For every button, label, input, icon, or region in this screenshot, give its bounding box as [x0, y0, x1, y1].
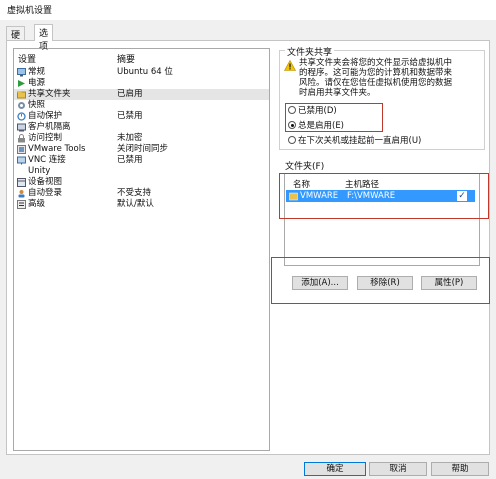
tab-hardware[interactable]: 硬件 — [6, 26, 26, 54]
radio-disabled[interactable]: 已禁用(D) — [288, 104, 337, 116]
setting-column-header: 设置 — [18, 55, 37, 65]
sharing-warning: 共享文件夹会将您的文件显示给虚拟机中 的程序。这可能为您的计算机和数据带来 风险… — [299, 58, 452, 98]
warning-line: 风险。请仅在您信任虚拟机使用您的数据 — [299, 78, 453, 88]
vmware-tools-icon — [17, 145, 26, 154]
warning-line: 时启用共享文件夹。 — [299, 88, 376, 98]
list-item-access-control[interactable]: 访问控制 未加密 — [14, 133, 269, 144]
list-item-label: 快照 — [28, 100, 46, 110]
radio-until-poweroff[interactable]: 在下次关机或挂起前一直启用(U) — [288, 134, 422, 146]
options-tab-page: 设置 摘要 常规 Ubuntu 64 位 电源 共享文件夹 已启用 快照 自动保… — [6, 40, 490, 455]
list-item-device-view[interactable]: 设备视图 — [14, 177, 269, 188]
folder-host-path: F:\VMWARE — [347, 191, 396, 201]
folders-list[interactable]: 名称 主机路径 VMWARE F:\VMWARE ✓ — [284, 173, 480, 266]
help-button[interactable]: 帮助 — [431, 462, 489, 476]
vnc-icon — [17, 156, 26, 165]
cancel-button[interactable]: 取消 — [369, 462, 427, 476]
folder-sharing-title: 文件夹共享 — [285, 45, 335, 58]
radio-label: 已禁用(D) — [298, 106, 337, 116]
list-item-label: VMware Tools — [28, 144, 86, 154]
shared-folder-icon — [17, 90, 26, 99]
list-item-label: 电源 — [28, 78, 46, 88]
snapshot-icon — [17, 101, 26, 110]
list-item-summary: 未加密 — [117, 133, 143, 143]
list-item-label: 共享文件夹 — [28, 89, 71, 99]
list-item-summary: 已启用 — [117, 89, 143, 99]
list-item-autoprotect[interactable]: 自动保护 已禁用 — [14, 111, 269, 122]
warning-icon — [283, 59, 297, 74]
list-item-summary: 关闭时间同步 — [117, 144, 169, 154]
summary-column-header: 摘要 — [117, 55, 136, 65]
list-item-summary: 已禁用 — [117, 155, 143, 165]
list-item-general[interactable]: 常规 Ubuntu 64 位 — [14, 67, 269, 78]
radio-button[interactable] — [288, 136, 296, 144]
access-control-icon — [17, 134, 26, 143]
window-title: 虚拟机设置 — [0, 0, 496, 20]
folder-row[interactable]: VMWARE F:\VMWARE ✓ — [286, 190, 475, 202]
warning-line: 共享文件夹会将您的文件显示给虚拟机中 — [299, 58, 453, 68]
list-item-advanced[interactable]: 高级 默认/默认 — [14, 199, 269, 210]
list-item-autologin[interactable]: 自动登录 不受支持 — [14, 188, 269, 199]
radio-button[interactable] — [288, 106, 296, 114]
list-item-power[interactable]: 电源 — [14, 78, 269, 89]
list-item-label: 常规 — [28, 67, 46, 77]
name-column-header: 名称 — [293, 180, 311, 190]
list-item-unity[interactable]: Unity — [14, 166, 269, 177]
host-path-column-header: 主机路径 — [345, 180, 380, 190]
radio-always-enabled[interactable]: 总是启用(E) — [288, 119, 345, 131]
list-item-summary: 已禁用 — [117, 111, 143, 121]
list-item-summary: 不受支持 — [117, 188, 152, 198]
warning-line: 的程序。这可能为您的计算机和数据带来 — [299, 68, 453, 78]
radio-button[interactable] — [288, 121, 296, 129]
vm-settings-window: 虚拟机设置 硬件 选项 设置 摘要 常规 Ubuntu 64 位 电源 — [0, 0, 496, 479]
settings-list-header: 设置 摘要 — [14, 49, 269, 65]
enabled-checkbox[interactable]: ✓ — [457, 191, 467, 201]
unity-icon — [17, 167, 26, 176]
list-item-label: 高级 — [28, 199, 46, 209]
list-item-summary: 默认/默认 — [117, 199, 154, 209]
radio-label: 在下次关机或挂起前一直启用(U) — [298, 136, 422, 146]
computer-icon — [17, 68, 26, 77]
list-item-snapshots[interactable]: 快照 — [14, 100, 269, 111]
advanced-icon — [17, 200, 26, 209]
list-item-label: 客户机隔离 — [28, 122, 71, 132]
folders-title: 文件夹(F) — [285, 162, 325, 172]
list-item-summary: Ubuntu 64 位 — [117, 67, 173, 77]
list-item-vnc[interactable]: VNC 连接 已禁用 — [14, 155, 269, 166]
list-item-guest-isolation[interactable]: 客户机隔离 — [14, 122, 269, 133]
device-view-icon — [17, 178, 26, 187]
list-item-shared-folders[interactable]: 共享文件夹 已启用 — [14, 89, 269, 100]
list-item-label: 自动保护 — [28, 111, 63, 121]
ok-button[interactable]: 确定 — [304, 462, 366, 476]
radio-label: 总是启用(E) — [298, 121, 345, 131]
list-item-label: 访问控制 — [28, 133, 63, 143]
power-icon — [17, 79, 26, 88]
autoprotect-icon — [17, 112, 26, 121]
list-item-label: 设备视图 — [28, 177, 63, 187]
remove-button[interactable]: 移除(R) — [357, 276, 413, 290]
guest-isolation-icon — [17, 123, 26, 132]
properties-button[interactable]: 属性(P) — [421, 276, 477, 290]
autologin-icon — [17, 189, 26, 198]
list-item-vmware-tools[interactable]: VMware Tools 关闭时间同步 — [14, 144, 269, 155]
tab-options[interactable]: 选项 — [34, 24, 54, 52]
shared-folder-icon — [289, 191, 298, 204]
list-item-label: 自动登录 — [28, 188, 63, 198]
list-item-label: Unity — [28, 166, 51, 176]
settings-list[interactable]: 设置 摘要 常规 Ubuntu 64 位 电源 共享文件夹 已启用 快照 自动保… — [13, 48, 270, 451]
list-item-label: VNC 连接 — [28, 155, 66, 165]
add-button[interactable]: 添加(A)... — [292, 276, 348, 290]
folder-name: VMWARE — [300, 191, 339, 201]
